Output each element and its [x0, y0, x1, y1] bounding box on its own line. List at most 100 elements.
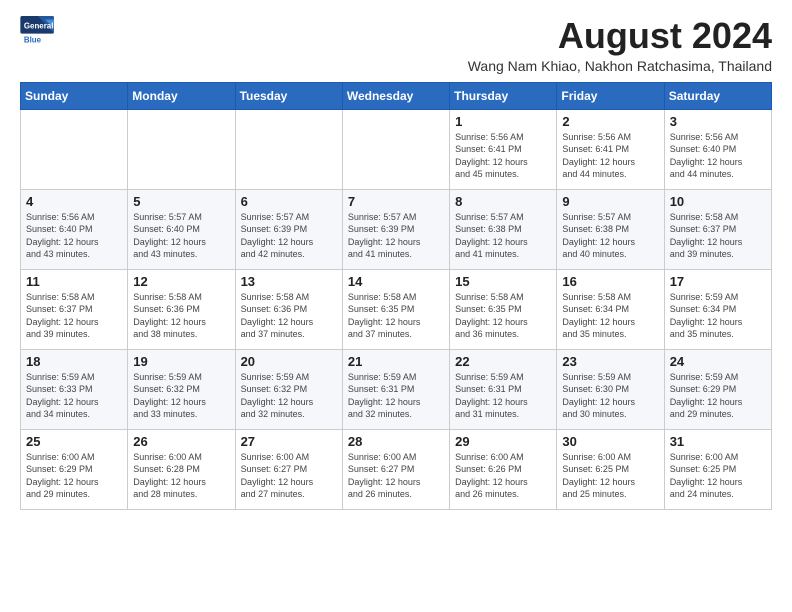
calendar-cell: 16 Sunrise: 5:58 AM Sunset: 6:34 PM Dayli… — [557, 269, 664, 349]
calendar-cell: 3 Sunrise: 5:56 AM Sunset: 6:40 PM Daylig… — [664, 109, 771, 189]
calendar-cell: 23 Sunrise: 5:59 AM Sunset: 6:30 PM Dayli… — [557, 349, 664, 429]
day-info: Sunrise: 5:59 AM Sunset: 6:33 PM Dayligh… — [26, 371, 122, 421]
day-number: 14 — [348, 274, 444, 289]
day-info: Sunrise: 5:58 AM Sunset: 6:35 PM Dayligh… — [455, 291, 551, 341]
day-number: 9 — [562, 194, 658, 209]
day-number: 6 — [241, 194, 337, 209]
calendar-cell: 13Sunrise: 5:58 AM Sunset: 6:36 PM Dayli… — [235, 269, 342, 349]
logo: General Blue — [20, 16, 56, 46]
svg-text:Blue: Blue — [24, 35, 42, 44]
day-number: 21 — [348, 354, 444, 369]
day-number: 27 — [241, 434, 337, 449]
day-number: 25 — [26, 434, 122, 449]
day-number: 3 — [670, 114, 766, 129]
day-number: 24 — [670, 354, 766, 369]
location-title: Wang Nam Khiao, Nakhon Ratchasima, Thail… — [56, 58, 772, 74]
day-info: Sunrise: 6:00 AM Sunset: 6:25 PM Dayligh… — [670, 451, 766, 501]
day-number: 16 — [562, 274, 658, 289]
day-info: Sunrise: 5:56 AM Sunset: 6:40 PM Dayligh… — [26, 211, 122, 261]
calendar-cell: 20 Sunrise: 5:59 AM Sunset: 6:32 PM Dayli… — [235, 349, 342, 429]
day-number: 10 — [670, 194, 766, 209]
weekday-header-tuesday: Tuesday — [235, 82, 342, 109]
day-info: Sunrise: 5:59 AM Sunset: 6:31 PM Dayligh… — [455, 371, 551, 421]
day-info: Sunrise: 5:59 AM Sunset: 6:34 PM Dayligh… — [670, 291, 766, 341]
day-number: 19 — [133, 354, 229, 369]
day-info: Sunrise: 5:58 AM Sunset: 6:34 PM Dayligh… — [562, 291, 658, 341]
day-info: Sunrise: 5:57 AM Sunset: 6:39 PM Dayligh… — [348, 211, 444, 261]
day-info: Sunrise: 5:58 AM Sunset: 6:37 PM Dayligh… — [26, 291, 122, 341]
day-info: Sunrise: 5:58 AM Sunset: 6:37 PM Dayligh… — [670, 211, 766, 261]
day-number: 2 — [562, 114, 658, 129]
weekday-header-thursday: Thursday — [450, 82, 557, 109]
calendar-cell: 21 Sunrise: 5:59 AM Sunset: 6:31 PM Dayli… — [342, 349, 449, 429]
day-info: Sunrise: 5:59 AM Sunset: 6:32 PM Dayligh… — [133, 371, 229, 421]
calendar-cell: 5Sunrise: 5:57 AM Sunset: 6:40 PM Daylig… — [128, 189, 235, 269]
day-number: 26 — [133, 434, 229, 449]
calendar-cell: 27Sunrise: 6:00 AM Sunset: 6:27 PM Dayli… — [235, 429, 342, 509]
day-number: 12 — [133, 274, 229, 289]
weekday-header-friday: Friday — [557, 82, 664, 109]
calendar-cell — [235, 109, 342, 189]
calendar-cell: 9 Sunrise: 5:57 AM Sunset: 6:38 PM Daylig… — [557, 189, 664, 269]
calendar-week-3: 11 Sunrise: 5:58 AM Sunset: 6:37 PM Dayli… — [21, 269, 772, 349]
calendar-cell: 11 Sunrise: 5:58 AM Sunset: 6:37 PM Dayli… — [21, 269, 128, 349]
svg-text:General: General — [24, 21, 54, 30]
day-info: Sunrise: 6:00 AM Sunset: 6:28 PM Dayligh… — [133, 451, 229, 501]
day-info: Sunrise: 5:58 AM Sunset: 6:36 PM Dayligh… — [241, 291, 337, 341]
day-number: 7 — [348, 194, 444, 209]
calendar-week-5: 25Sunrise: 6:00 AM Sunset: 6:29 PM Dayli… — [21, 429, 772, 509]
calendar-cell: 19 Sunrise: 5:59 AM Sunset: 6:32 PM Dayli… — [128, 349, 235, 429]
month-title: August 2024 — [56, 16, 772, 56]
calendar-cell — [342, 109, 449, 189]
day-number: 18 — [26, 354, 122, 369]
calendar-cell — [128, 109, 235, 189]
weekday-header-wednesday: Wednesday — [342, 82, 449, 109]
day-info: Sunrise: 5:59 AM Sunset: 6:31 PM Dayligh… — [348, 371, 444, 421]
day-number: 30 — [562, 434, 658, 449]
day-info: Sunrise: 5:58 AM Sunset: 6:35 PM Dayligh… — [348, 291, 444, 341]
day-info: Sunrise: 6:00 AM Sunset: 6:27 PM Dayligh… — [348, 451, 444, 501]
logo-icon: General Blue — [20, 16, 56, 46]
calendar-table: SundayMondayTuesdayWednesdayThursdayFrid… — [20, 82, 772, 510]
calendar-cell: 29 Sunrise: 6:00 AM Sunset: 6:26 PM Dayli… — [450, 429, 557, 509]
calendar-week-4: 18 Sunrise: 5:59 AM Sunset: 6:33 PM Dayli… — [21, 349, 772, 429]
day-info: Sunrise: 6:00 AM Sunset: 6:26 PM Dayligh… — [455, 451, 551, 501]
day-number: 8 — [455, 194, 551, 209]
calendar-week-1: 1 Sunrise: 5:56 AM Sunset: 6:41 PM Daylig… — [21, 109, 772, 189]
weekday-header-sunday: Sunday — [21, 82, 128, 109]
calendar-cell: 24 Sunrise: 5:59 AM Sunset: 6:29 PM Dayli… — [664, 349, 771, 429]
day-number: 29 — [455, 434, 551, 449]
day-number: 5 — [133, 194, 229, 209]
day-info: Sunrise: 5:57 AM Sunset: 6:38 PM Dayligh… — [562, 211, 658, 261]
day-info: Sunrise: 5:56 AM Sunset: 6:41 PM Dayligh… — [455, 131, 551, 181]
day-number: 11 — [26, 274, 122, 289]
calendar-cell: 8Sunrise: 5:57 AM Sunset: 6:38 PM Daylig… — [450, 189, 557, 269]
day-number: 17 — [670, 274, 766, 289]
weekday-header-monday: Monday — [128, 82, 235, 109]
weekday-header-row: SundayMondayTuesdayWednesdayThursdayFrid… — [21, 82, 772, 109]
calendar-cell: 4Sunrise: 5:56 AM Sunset: 6:40 PM Daylig… — [21, 189, 128, 269]
day-number: 23 — [562, 354, 658, 369]
day-info: Sunrise: 5:59 AM Sunset: 6:30 PM Dayligh… — [562, 371, 658, 421]
calendar-cell — [21, 109, 128, 189]
calendar-cell: 17 Sunrise: 5:59 AM Sunset: 6:34 PM Dayli… — [664, 269, 771, 349]
day-info: Sunrise: 5:56 AM Sunset: 6:40 PM Dayligh… — [670, 131, 766, 181]
calendar-week-2: 4Sunrise: 5:56 AM Sunset: 6:40 PM Daylig… — [21, 189, 772, 269]
day-number: 1 — [455, 114, 551, 129]
day-number: 31 — [670, 434, 766, 449]
calendar-cell: 30Sunrise: 6:00 AM Sunset: 6:25 PM Dayli… — [557, 429, 664, 509]
title-area: August 2024 Wang Nam Khiao, Nakhon Ratch… — [56, 16, 772, 74]
calendar-cell: 12 Sunrise: 5:58 AM Sunset: 6:36 PM Dayli… — [128, 269, 235, 349]
calendar-cell: 25Sunrise: 6:00 AM Sunset: 6:29 PM Dayli… — [21, 429, 128, 509]
day-info: Sunrise: 5:59 AM Sunset: 6:29 PM Dayligh… — [670, 371, 766, 421]
page-header: General Blue August 2024 Wang Nam Khiao,… — [20, 16, 772, 74]
day-info: Sunrise: 5:56 AM Sunset: 6:41 PM Dayligh… — [562, 131, 658, 181]
day-info: Sunrise: 5:57 AM Sunset: 6:39 PM Dayligh… — [241, 211, 337, 261]
calendar-cell: 6 Sunrise: 5:57 AM Sunset: 6:39 PM Daylig… — [235, 189, 342, 269]
day-info: Sunrise: 5:59 AM Sunset: 6:32 PM Dayligh… — [241, 371, 337, 421]
calendar-cell: 18 Sunrise: 5:59 AM Sunset: 6:33 PM Dayli… — [21, 349, 128, 429]
day-number: 20 — [241, 354, 337, 369]
calendar-cell: 14 Sunrise: 5:58 AM Sunset: 6:35 PM Dayli… — [342, 269, 449, 349]
calendar-cell: 26 Sunrise: 6:00 AM Sunset: 6:28 PM Dayli… — [128, 429, 235, 509]
day-info: Sunrise: 5:58 AM Sunset: 6:36 PM Dayligh… — [133, 291, 229, 341]
